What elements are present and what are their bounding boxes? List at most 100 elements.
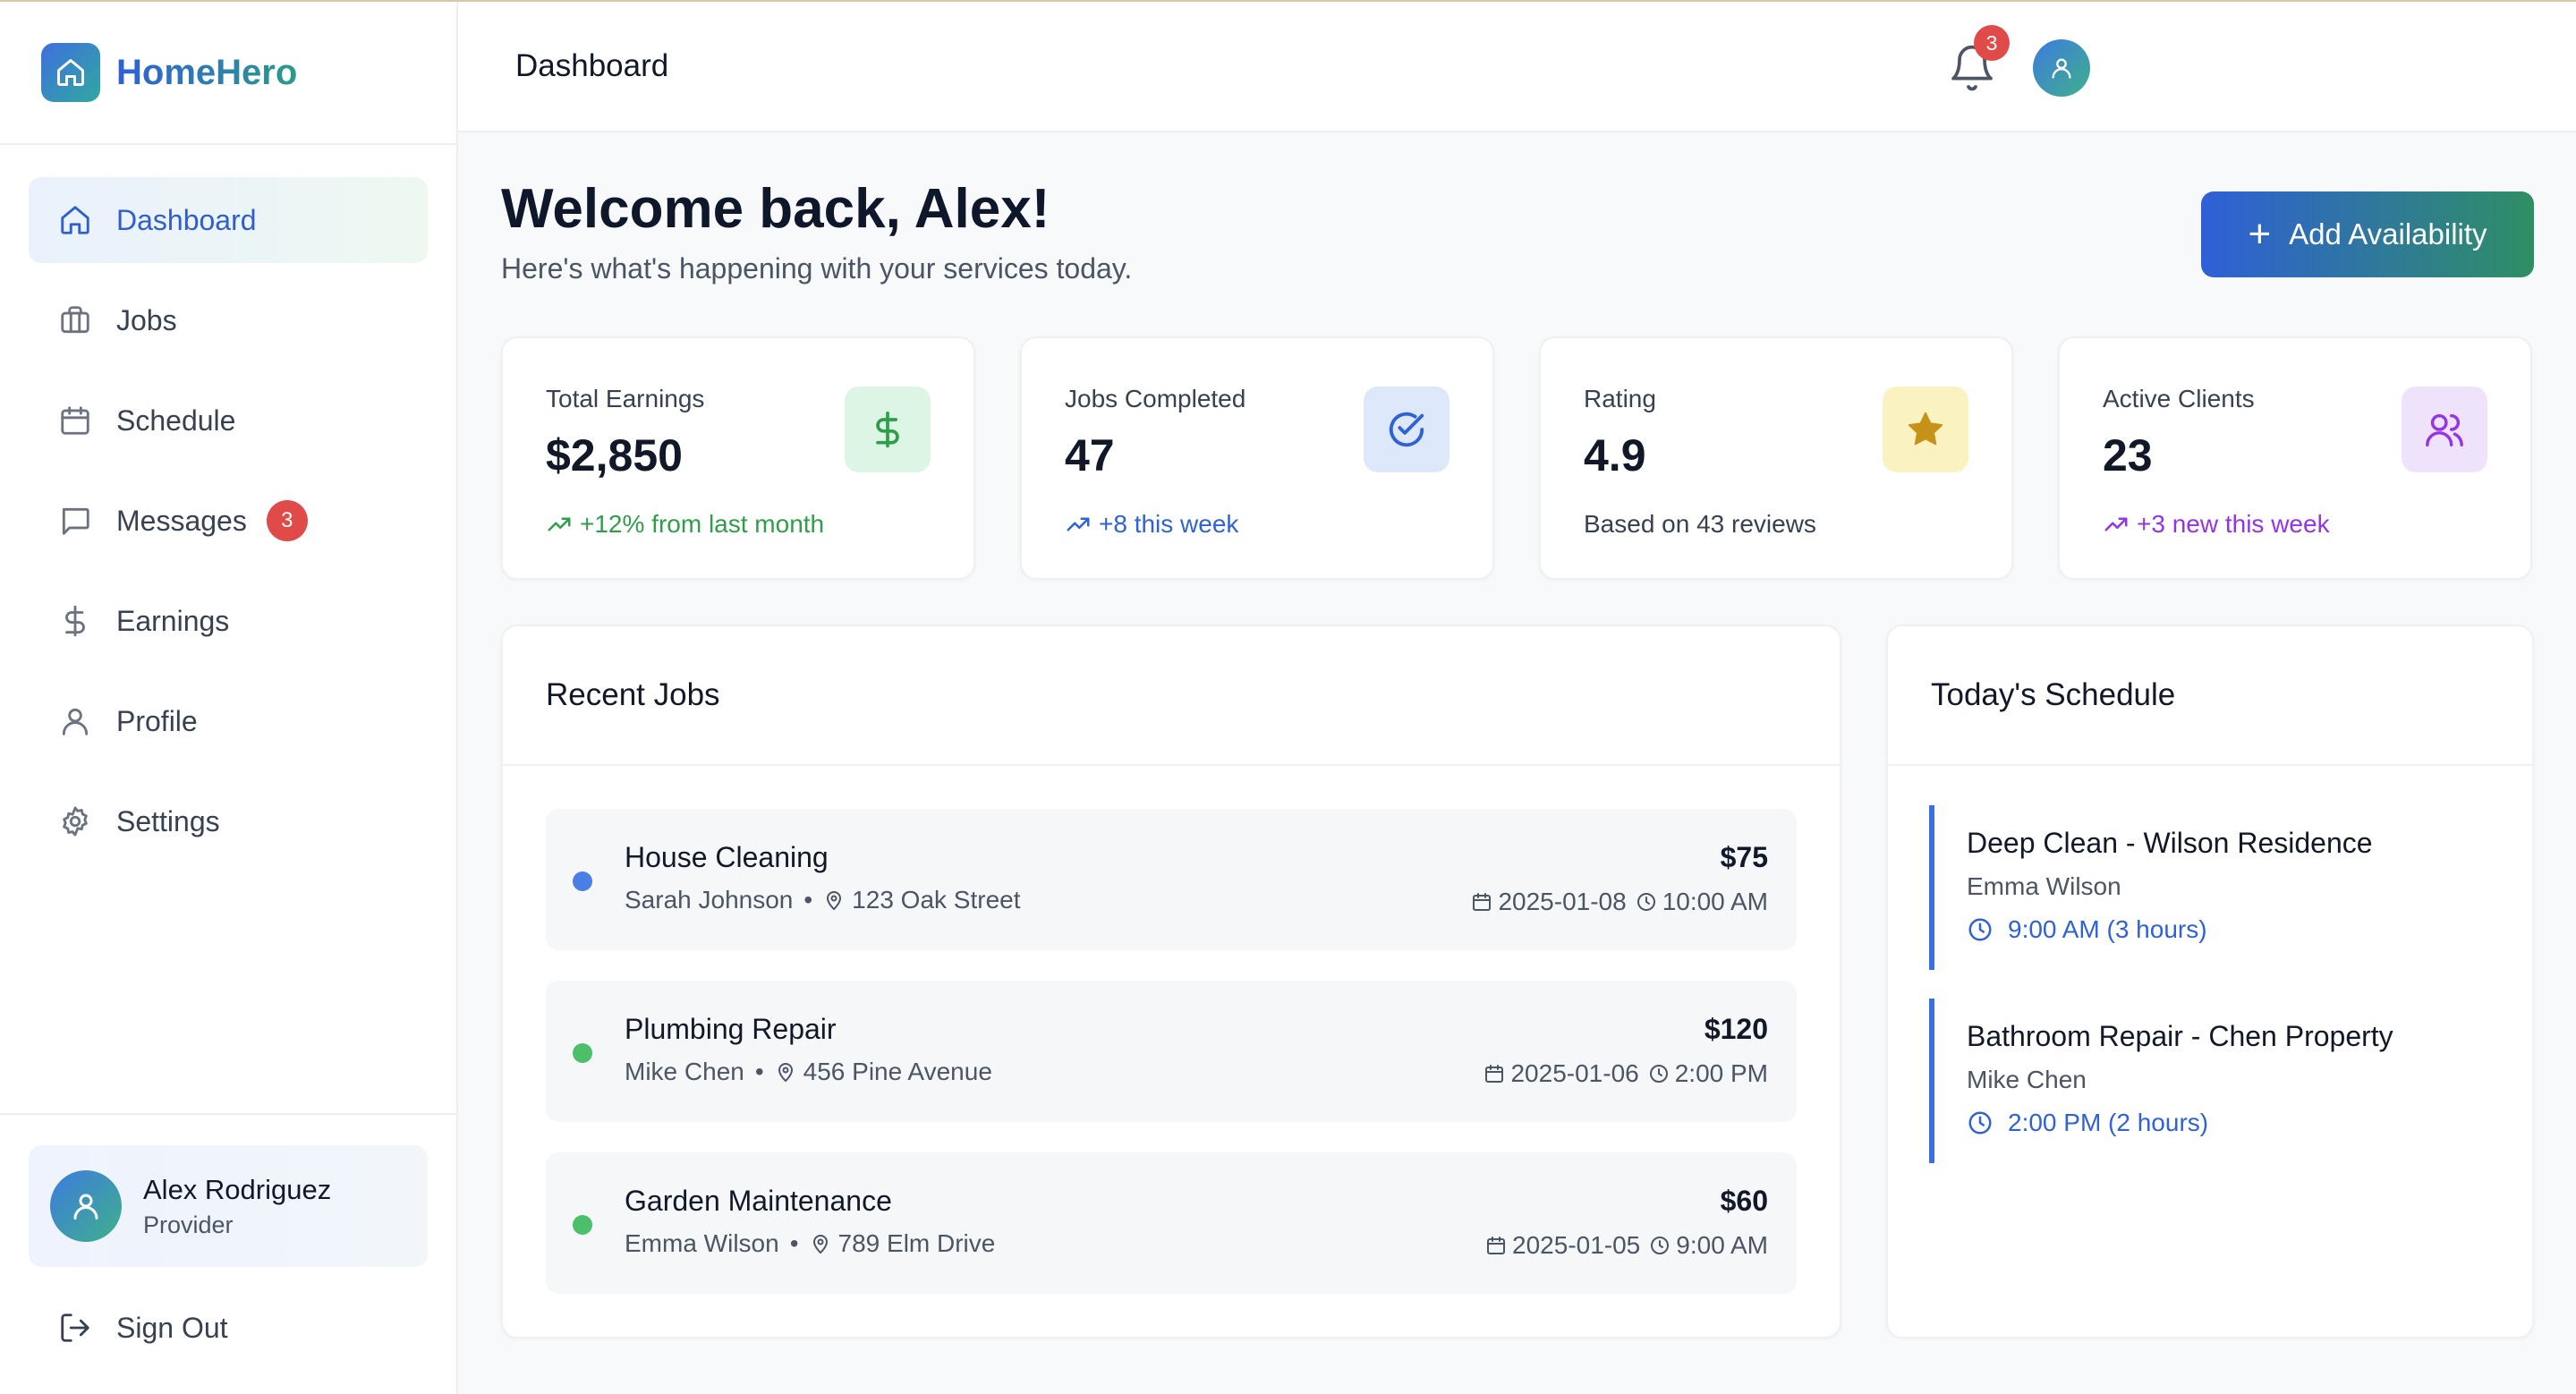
stat-card-rating: Rating 4.9 Based on 43 reviews (1539, 336, 2013, 580)
map-pin-icon (827, 891, 842, 910)
stat-card-jobs: Jobs Completed 47 +8 this week (1020, 336, 1494, 580)
schedule-title: Deep Clean - Wilson Residence (1967, 827, 2373, 859)
schedule-time: 9:00 AM (3 hours) (1967, 915, 2484, 944)
job-datetime: 2025-01-05 9:00 AM (1476, 1231, 1768, 1260)
stat-trend: +3 new this week (2103, 510, 2530, 539)
sidebar-item-profile[interactable]: Profile (29, 678, 428, 764)
add-availability-button[interactable]: + Add Availability (2201, 191, 2534, 277)
job-subtitle: Sarah Johnson • 123 Oak Street (625, 886, 1021, 914)
schedule-client: Emma Wilson (1967, 872, 2121, 900)
sidebar-item-dashboard[interactable]: Dashboard (29, 177, 428, 263)
job-row[interactable]: Garden Maintenance Emma Wilson • 789 Elm … (546, 1152, 1797, 1294)
sidebar-item-schedule[interactable]: Schedule (29, 378, 428, 463)
job-price: $75 (1720, 841, 1768, 873)
star-icon (1883, 387, 1968, 472)
users-icon (2402, 387, 2487, 472)
gear-icon (57, 803, 93, 839)
user-card[interactable]: Alex Rodriguez Provider (29, 1145, 428, 1267)
job-title: House Cleaning (625, 841, 829, 873)
messages-badge: 3 (266, 500, 308, 541)
sign-out-button[interactable]: Sign Out (29, 1310, 428, 1346)
job-row[interactable]: House Cleaning Sarah Johnson • 123 Oak St… (546, 809, 1797, 950)
user-name: Alex Rodriguez (143, 1173, 332, 1205)
top-header: Dashboard (458, 2, 2576, 132)
sidebar-item-settings[interactable]: Settings (29, 778, 428, 864)
job-price: $60 (1720, 1185, 1768, 1217)
sidebar-item-label: Dashboard (116, 203, 257, 236)
page-title: Dashboard (515, 48, 669, 83)
job-row[interactable]: Plumbing Repair Mike Chen • 456 Pine Aven… (546, 981, 1797, 1122)
schedule-item[interactable]: Bathroom Repair - Chen Property Mike Che… (1929, 999, 2484, 1163)
job-subtitle: Emma Wilson • 789 Elm Drive (625, 1229, 996, 1257)
calendar-icon (1487, 1237, 1506, 1254)
schedule-client: Mike Chen (1967, 1066, 2087, 1093)
sidebar-item-jobs[interactable]: Jobs (29, 277, 428, 363)
schedule-item[interactable]: Deep Clean - Wilson Residence Emma Wilso… (1929, 805, 2484, 970)
sidebar-item-label: Messages (116, 504, 247, 537)
stat-card-earnings: Total Earnings $2,850 +12% from last mon… (501, 336, 975, 580)
panel-title: Today's Schedule (1931, 677, 2176, 712)
schedule-panel: Today's Schedule Deep Clean - Wilson Res… (1886, 625, 2534, 1339)
trend-up-icon (548, 517, 571, 531)
briefcase-icon (57, 302, 93, 338)
job-datetime: 2025-01-06 2:00 PM (1475, 1059, 1768, 1088)
sidebar: HomeHero Dashboard Jobs Schedule Message… (0, 2, 458, 1394)
job-title: Garden Maintenance (625, 1185, 892, 1217)
brand[interactable]: HomeHero (0, 2, 456, 145)
plus-icon: + (2248, 212, 2272, 256)
schedule-title: Bathroom Repair - Chen Property (1967, 1020, 2393, 1052)
sidebar-nav: Dashboard Jobs Schedule Messages 3 Earni… (0, 145, 456, 864)
stat-card-clients: Active Clients 23 +3 new this week (2058, 336, 2532, 580)
user-role: Provider (143, 1211, 234, 1238)
clock-icon (1968, 1111, 1992, 1135)
job-title: Plumbing Repair (625, 1013, 837, 1045)
header-avatar[interactable] (2033, 39, 2090, 97)
sidebar-item-label: Profile (116, 704, 198, 737)
calendar-icon (1485, 1065, 1504, 1083)
map-pin-icon (812, 1235, 828, 1254)
clock-icon (1651, 1237, 1670, 1254)
job-price: $120 (1704, 1013, 1768, 1045)
check-circle-icon (1364, 387, 1450, 472)
status-dot (573, 871, 592, 891)
avatar (50, 1170, 122, 1242)
calendar-icon (57, 403, 93, 438)
dollar-icon (845, 387, 931, 472)
stat-trend: Based on 43 reviews (1584, 510, 1816, 538)
app-root: HomeHero Dashboard Jobs Schedule Message… (0, 0, 2576, 1394)
schedule-time: 2:00 PM (2 hours) (1967, 1109, 2484, 1137)
job-subtitle: Mike Chen • 456 Pine Avenue (625, 1058, 992, 1085)
welcome-title: Welcome back, Alex! (501, 178, 1050, 240)
home-icon (57, 202, 93, 238)
welcome-subtitle: Here's what's happening with your servic… (501, 252, 1133, 285)
clock-icon (1649, 1065, 1668, 1083)
dollar-icon (57, 603, 93, 639)
home-logo-icon (41, 43, 100, 102)
status-dot (573, 1215, 592, 1235)
stat-trend: +12% from last month (546, 510, 973, 539)
trend-up-icon (2104, 517, 2128, 531)
job-datetime: 2025-01-08 10:00 AM (1462, 888, 1768, 916)
sign-out-label: Sign Out (116, 1311, 228, 1344)
notification-badge: 3 (1974, 25, 2010, 61)
clock-icon (1637, 893, 1655, 911)
sidebar-item-messages[interactable]: Messages 3 (29, 478, 428, 564)
sidebar-item-earnings[interactable]: Earnings (29, 578, 428, 664)
panel-title: Recent Jobs (546, 677, 720, 712)
sidebar-footer: Alex Rodriguez Provider Sign Out (0, 1113, 456, 1394)
sidebar-item-label: Settings (116, 804, 220, 837)
trend-up-icon (1067, 517, 1090, 531)
stat-trend: +8 this week (1065, 510, 1492, 539)
add-availability-label: Add Availability (2289, 217, 2487, 251)
sidebar-item-label: Schedule (116, 404, 236, 437)
sign-out-icon (57, 1310, 93, 1346)
recent-jobs-panel: Recent Jobs House Cleaning Sarah Johnson… (501, 625, 1841, 1339)
calendar-icon (1473, 893, 1492, 911)
user-icon (57, 703, 93, 739)
message-icon (57, 503, 93, 539)
sidebar-item-label: Earnings (116, 604, 230, 637)
brand-name: HomeHero (116, 52, 298, 92)
map-pin-icon (778, 1063, 793, 1082)
clock-icon (1968, 918, 1992, 941)
status-dot (573, 1043, 592, 1063)
